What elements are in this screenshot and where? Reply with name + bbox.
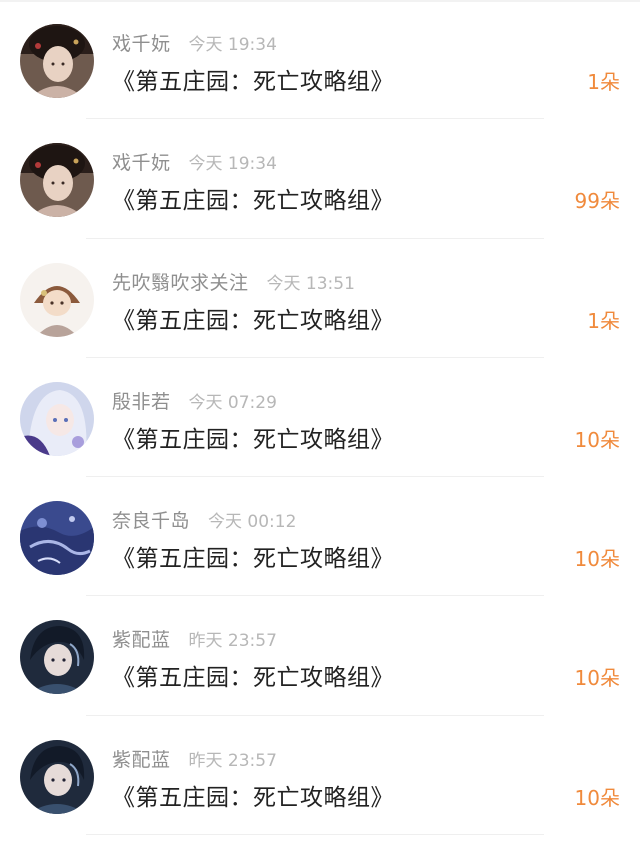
book-title[interactable]: 《第五庄园：死亡攻略组》 xyxy=(112,658,394,692)
timestamp: 今天 07:29 xyxy=(188,392,277,413)
gift-amount: 10朵 xyxy=(574,427,620,452)
row-divider xyxy=(86,834,544,836)
list-item[interactable]: 戏千妧 今天 19:34 《第五庄园：死亡攻略组》 99朵 xyxy=(0,119,640,239)
record-meta: 紫配蓝 昨天 23:57 xyxy=(112,745,277,771)
gift-record-list: 戏千妧 今天 19:34 《第五庄园：死亡攻略组》 1朵 戏千妧 今天 19:3… xyxy=(0,0,640,836)
record-meta: 奈良千岛 今天 00:12 xyxy=(112,506,296,532)
book-title[interactable]: 《第五庄园：死亡攻略组》 xyxy=(112,539,394,573)
username[interactable]: 紫配蓝 xyxy=(112,745,171,772)
user-avatar-ancient-lady[interactable] xyxy=(20,143,94,218)
user-avatar-dark-hair-man[interactable] xyxy=(20,620,94,695)
book-title[interactable]: 《第五庄园：死亡攻略组》 xyxy=(112,301,394,335)
username[interactable]: 先吹翳吹求关注 xyxy=(112,268,249,295)
book-title[interactable]: 《第五庄园：死亡攻略组》 xyxy=(112,778,394,812)
user-avatar-chibi[interactable] xyxy=(20,262,94,337)
timestamp: 昨天 23:57 xyxy=(188,750,277,771)
timestamp: 今天 00:12 xyxy=(208,512,297,533)
record-meta: 殷非若 今天 07:29 xyxy=(112,387,277,413)
gift-amount: 1朵 xyxy=(587,308,620,333)
gift-amount: 10朵 xyxy=(574,785,620,810)
username[interactable]: 戏千妧 xyxy=(112,29,171,56)
list-item[interactable]: 紫配蓝 昨天 23:57 《第五庄园：死亡攻略组》 10朵 xyxy=(0,716,640,836)
timestamp: 今天 19:34 xyxy=(188,35,277,55)
book-title[interactable]: 《第五庄园：死亡攻略组》 xyxy=(112,181,394,215)
list-item[interactable]: 奈良千岛 今天 00:12 《第五庄园：死亡攻略组》 10朵 xyxy=(0,477,640,597)
user-avatar-anime-girl[interactable] xyxy=(20,381,94,456)
timestamp: 今天 19:34 xyxy=(188,154,277,175)
book-title[interactable]: 《第五庄园：死亡攻略组》 xyxy=(112,420,394,454)
username[interactable]: 戏千妧 xyxy=(112,148,171,175)
list-item[interactable]: 殷非若 今天 07:29 《第五庄园：死亡攻略组》 10朵 xyxy=(0,358,640,478)
username[interactable]: 奈良千岛 xyxy=(112,506,190,533)
timestamp: 今天 13:51 xyxy=(266,273,355,294)
list-item[interactable]: 戏千妧 今天 19:34 《第五庄园：死亡攻略组》 1朵 xyxy=(0,0,640,120)
record-meta: 先吹翳吹求关注 今天 13:51 xyxy=(112,268,355,294)
username[interactable]: 殷非若 xyxy=(112,387,171,414)
book-title[interactable]: 《第五庄园：死亡攻略组》 xyxy=(112,62,394,96)
record-meta: 紫配蓝 昨天 23:57 xyxy=(112,625,277,651)
gift-amount: 10朵 xyxy=(574,666,620,691)
record-meta: 戏千妧 今天 19:34 xyxy=(112,29,277,55)
list-item[interactable]: 紫配蓝 昨天 23:57 《第五庄园：死亡攻略组》 10朵 xyxy=(0,596,640,716)
gift-amount: 1朵 xyxy=(587,70,620,94)
username[interactable]: 紫配蓝 xyxy=(112,625,171,652)
timestamp: 昨天 23:57 xyxy=(188,631,277,652)
gift-amount: 99朵 xyxy=(574,189,620,214)
list-item[interactable]: 先吹翳吹求关注 今天 13:51 《第五庄园：死亡攻略组》 1朵 xyxy=(0,239,640,358)
user-avatar-ancient-lady[interactable] xyxy=(20,24,94,98)
user-avatar-blue-painting[interactable] xyxy=(20,501,94,576)
user-avatar-dark-hair-man[interactable] xyxy=(20,739,94,814)
record-meta: 戏千妧 今天 19:34 xyxy=(112,148,277,174)
gift-amount: 10朵 xyxy=(574,547,620,572)
